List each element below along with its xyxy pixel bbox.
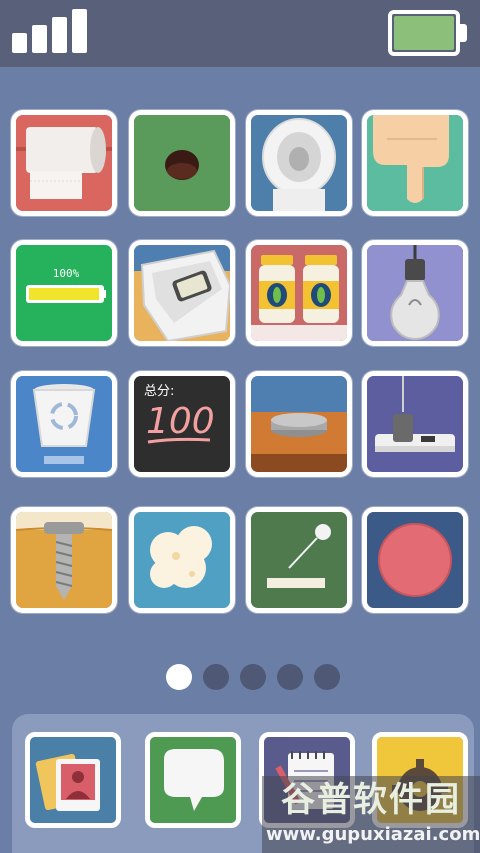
phone-box-app[interactable] — [129, 240, 235, 346]
page-dot[interactable] — [240, 664, 266, 690]
messages-app[interactable] — [145, 732, 241, 828]
screw-icon — [16, 512, 112, 608]
watermark-url: www.gupuxiazai.com — [266, 824, 480, 845]
page-indicator — [0, 664, 480, 692]
watermark-title: 谷普软件园 — [281, 780, 461, 820]
recycle-bin-icon — [16, 376, 112, 472]
toilet-app[interactable] — [246, 110, 352, 216]
screw-app[interactable] — [11, 507, 117, 613]
ping-pong-app[interactable] — [246, 507, 352, 613]
pickle-jars-icon — [251, 245, 347, 341]
coin-table-app[interactable] — [246, 371, 352, 477]
toilet-paper-app[interactable] — [11, 110, 117, 216]
power-strip-icon — [367, 376, 463, 472]
ball-paddle-icon — [251, 512, 347, 608]
score-label: 总分: — [144, 384, 175, 399]
app-grid: 100% 总分: 100 — [0, 0, 480, 640]
page-dot[interactable] — [277, 664, 303, 690]
recycle-bin-app[interactable] — [11, 371, 117, 477]
page-dot[interactable] — [314, 664, 340, 690]
phone-in-box-icon — [134, 245, 230, 341]
photos-app[interactable] — [25, 732, 121, 828]
pointing-finger-icon — [367, 115, 463, 211]
light-bulb-app[interactable] — [362, 240, 468, 346]
speech-bubble-icon — [150, 737, 236, 823]
light-bulb-icon — [367, 245, 463, 341]
watermark: 谷普软件园 www.gupuxiazai.com — [262, 776, 480, 853]
toilet-icon — [251, 115, 347, 211]
red-circle-icon — [367, 512, 463, 608]
popcorn-icon — [134, 512, 230, 608]
page-dot[interactable] — [166, 664, 192, 690]
page-dot[interactable] — [203, 664, 229, 690]
hole-icon — [134, 115, 230, 211]
toilet-paper-icon — [16, 115, 112, 211]
finger-app[interactable] — [362, 110, 468, 216]
photos-icon — [30, 737, 116, 823]
coin-on-table-icon — [251, 376, 347, 472]
charging-app[interactable]: 100% — [11, 240, 117, 346]
charge-label: 100% — [52, 267, 80, 280]
pickle-jars-app[interactable] — [246, 240, 352, 346]
score-app[interactable]: 总分: 100 — [129, 371, 235, 477]
score-value: 100 — [146, 401, 215, 442]
battery-charge-icon — [16, 245, 112, 341]
power-strip-app[interactable] — [362, 371, 468, 477]
popcorn-app[interactable] — [129, 507, 235, 613]
red-circle-app[interactable] — [362, 507, 468, 613]
hole-app[interactable] — [129, 110, 235, 216]
